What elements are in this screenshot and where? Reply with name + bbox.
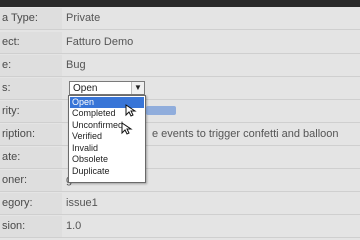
chevron-down-icon[interactable]: ▼ bbox=[131, 82, 144, 94]
field-row-version: sion: 1.0 bbox=[0, 216, 360, 238]
status-option-invalid[interactable]: Invalid bbox=[70, 143, 144, 154]
field-label: ate: bbox=[0, 147, 62, 168]
field-row-description: ription: e events to trigger confetti an… bbox=[0, 124, 360, 146]
field-value: issue1 bbox=[66, 197, 98, 209]
field-row-project: ect: Fatturo Demo bbox=[0, 32, 360, 54]
status-select-value: Open bbox=[73, 83, 98, 94]
top-bar bbox=[0, 0, 360, 7]
field-label: a Type: bbox=[0, 8, 62, 29]
description-text: e events to trigger confetti and balloon bbox=[152, 128, 339, 140]
field-label: e: bbox=[0, 55, 62, 76]
status-option-obsolete[interactable]: Obsolete bbox=[70, 154, 144, 165]
issue-form-screen: a Type: Private ect: Fatturo Demo e: Bug… bbox=[0, 0, 360, 240]
field-row-owner: oner: guest2 bbox=[0, 170, 360, 192]
field-row-priority: rity: bbox=[0, 101, 360, 123]
field-label: egory: bbox=[0, 193, 62, 214]
field-label: s: bbox=[0, 78, 62, 99]
field-row-category: egory: issue1 bbox=[0, 193, 360, 215]
field-label: ription: bbox=[0, 124, 62, 145]
pointer-cursor-icon bbox=[125, 104, 137, 117]
field-row-status: s: bbox=[0, 78, 360, 100]
status-option-duplicate[interactable]: Duplicate bbox=[70, 166, 144, 177]
field-value: 1.0 bbox=[66, 220, 82, 232]
highlight-overlay bbox=[146, 106, 176, 115]
pointer-cursor-icon bbox=[121, 122, 133, 135]
field-value: Bug bbox=[66, 59, 86, 71]
field-value: Fatturo Demo bbox=[66, 36, 134, 48]
status-select[interactable]: Open ▼ bbox=[69, 81, 145, 95]
field-label: sion: bbox=[0, 216, 62, 237]
field-value: Private bbox=[66, 12, 101, 24]
field-row-issue-type: a Type: Private bbox=[0, 8, 360, 30]
field-label: oner: bbox=[0, 170, 62, 191]
field-row-date: ate: bbox=[0, 147, 360, 169]
field-row-type: e: Bug bbox=[0, 55, 360, 77]
field-label: rity: bbox=[0, 101, 62, 122]
field-label: ect: bbox=[0, 32, 62, 53]
